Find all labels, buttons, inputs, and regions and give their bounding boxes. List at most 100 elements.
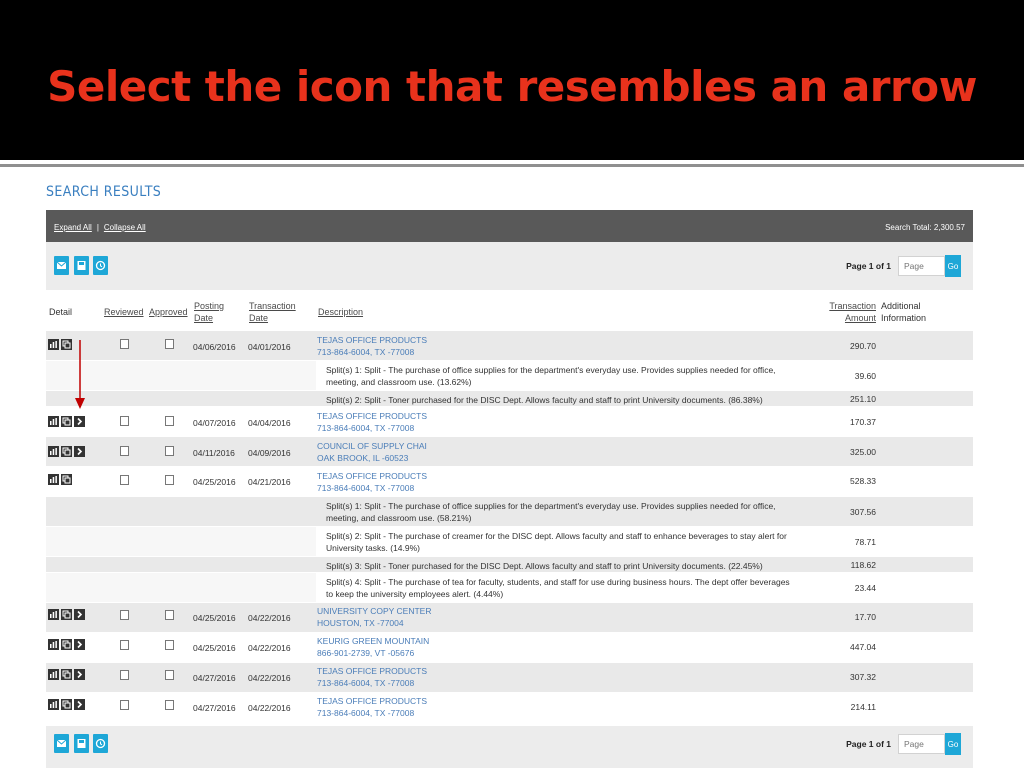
- chart-icon[interactable]: [48, 609, 59, 620]
- approved-checkbox[interactable]: [165, 640, 174, 650]
- copy-icon[interactable]: [61, 669, 72, 680]
- arrow-right-icon[interactable]: [74, 609, 85, 620]
- merchant-name[interactable]: TEJAS OFFICE PRODUCTS: [317, 410, 427, 422]
- copy-icon[interactable]: [61, 609, 72, 620]
- page-input[interactable]: [898, 734, 945, 754]
- history-button[interactable]: [93, 734, 108, 753]
- merchant-name[interactable]: TEJAS OFFICE PRODUCTS: [317, 334, 427, 346]
- merchant-name[interactable]: TEJAS OFFICE PRODUCTS: [317, 665, 427, 677]
- col-amount-line1: Transaction: [829, 301, 876, 311]
- posting-date: 04/11/2016: [193, 448, 235, 458]
- reviewed-checkbox[interactable]: [120, 446, 129, 456]
- chart-icon[interactable]: [48, 669, 59, 680]
- col-transaction-date[interactable]: Transaction Date: [249, 300, 296, 324]
- col-reviewed[interactable]: Reviewed: [104, 306, 144, 318]
- copy-icon[interactable]: [61, 446, 72, 457]
- save-button[interactable]: [74, 256, 89, 275]
- go-button[interactable]: Go: [945, 733, 961, 755]
- expand-collapse-links: Expand All | Collapse All: [54, 223, 146, 232]
- split-amount: 118.62: [850, 560, 876, 570]
- merchant-name[interactable]: COUNCIL OF SUPPLY CHAI: [317, 440, 427, 452]
- reviewed-checkbox[interactable]: [120, 416, 129, 426]
- col-transaction-line2: Date: [249, 313, 269, 323]
- split-row: Split(s) 4: Split - The purchase of tea …: [46, 572, 973, 602]
- transaction-date: 04/09/2016: [248, 448, 291, 458]
- arrow-right-icon[interactable]: [74, 416, 85, 427]
- merchant-location: 713-864-6004, TX -77008: [317, 483, 415, 493]
- merchant-name[interactable]: KEURIG GREEN MOUNTAIN: [317, 635, 429, 647]
- detail-icons: [48, 416, 85, 427]
- save-button[interactable]: [74, 734, 89, 753]
- arrow-right-icon[interactable]: [74, 446, 85, 457]
- go-button[interactable]: Go: [945, 255, 961, 277]
- copy-icon[interactable]: [61, 639, 72, 650]
- reviewed-checkbox[interactable]: [120, 640, 129, 650]
- reviewed-checkbox[interactable]: [120, 670, 129, 680]
- posting-date: 04/25/2016: [193, 477, 236, 487]
- copy-icon[interactable]: [61, 339, 72, 350]
- detail-icons: [48, 609, 85, 620]
- posting-date: 04/27/2016: [193, 673, 236, 683]
- copy-icon[interactable]: [61, 699, 72, 710]
- copy-icon[interactable]: [61, 474, 72, 485]
- split-row: Split(s) 3: Split - Toner purchased for …: [46, 556, 973, 572]
- save-icon: [77, 739, 86, 748]
- arrow-right-icon[interactable]: [74, 639, 85, 650]
- email-button[interactable]: [54, 256, 69, 275]
- posting-date: 04/25/2016: [193, 613, 236, 623]
- col-posting-line1: Posting: [194, 301, 225, 311]
- merchant-name[interactable]: TEJAS OFFICE PRODUCTS: [317, 470, 427, 482]
- divider: [0, 164, 1024, 167]
- col-posting-date[interactable]: Posting Date: [194, 300, 224, 324]
- detail-icons: [48, 446, 85, 457]
- transaction-amount: 290.70: [850, 341, 876, 351]
- page-input[interactable]: [898, 256, 945, 276]
- email-button[interactable]: [54, 734, 69, 753]
- split-text-line1: Split(s) 2: Split - Toner purchased for …: [326, 395, 763, 405]
- chart-icon[interactable]: [48, 416, 59, 427]
- reviewed-checkbox[interactable]: [120, 700, 129, 710]
- chart-icon[interactable]: [48, 639, 59, 650]
- reviewed-checkbox[interactable]: [120, 475, 129, 485]
- transaction-date: 04/22/2016: [248, 703, 291, 713]
- approved-checkbox[interactable]: [165, 446, 174, 456]
- approved-checkbox[interactable]: [165, 416, 174, 426]
- approved-checkbox[interactable]: [165, 700, 174, 710]
- arrow-right-icon[interactable]: [74, 669, 85, 680]
- split-amount: 23.44: [854, 583, 876, 593]
- merchant-name[interactable]: TEJAS OFFICE PRODUCTS: [317, 695, 427, 707]
- collapse-all-link[interactable]: Collapse All: [104, 223, 146, 232]
- slide-title: Select the icon that resembles an arrow: [47, 62, 977, 111]
- copy-icon[interactable]: [61, 416, 72, 427]
- arrow-right-icon[interactable]: [74, 699, 85, 710]
- history-button[interactable]: [93, 256, 108, 275]
- approved-checkbox[interactable]: [165, 610, 174, 620]
- top-toolbar: Page 1 of 1 Go: [46, 242, 973, 290]
- posting-date: 04/06/2016: [193, 342, 236, 352]
- reviewed-checkbox[interactable]: [120, 610, 129, 620]
- split-text-line1: Split(s) 1: Split - The purchase of offi…: [326, 365, 776, 375]
- chart-icon[interactable]: [48, 699, 59, 710]
- split-amount: 251.10: [850, 394, 876, 404]
- transaction-amount: 325.00: [850, 447, 876, 457]
- approved-checkbox[interactable]: [165, 339, 174, 349]
- col-approved[interactable]: Approved: [149, 306, 188, 318]
- col-transaction-amount[interactable]: Transaction Amount: [816, 300, 876, 324]
- split-text-line2: University tasks. (14.9%): [326, 543, 420, 553]
- posting-date: 04/25/2016: [193, 643, 236, 653]
- expand-all-link[interactable]: Expand All: [54, 223, 92, 232]
- reviewed-checkbox[interactable]: [120, 339, 129, 349]
- approved-checkbox[interactable]: [165, 475, 174, 485]
- chart-icon[interactable]: [48, 339, 59, 350]
- approved-checkbox[interactable]: [165, 670, 174, 680]
- detail-icons: [48, 474, 72, 485]
- merchant-name[interactable]: UNIVERSITY COPY CENTER: [317, 605, 431, 617]
- detail-icons: [48, 669, 85, 680]
- table-row: 04/11/2016 04/09/2016 COUNCIL OF SUPPLY …: [46, 436, 973, 466]
- chart-icon[interactable]: [48, 446, 59, 457]
- table-row: 04/27/2016 04/22/2016 TEJAS OFFICE PRODU…: [46, 692, 973, 722]
- col-transaction-line1: Transaction: [249, 301, 296, 311]
- col-description[interactable]: Description: [318, 306, 363, 318]
- chart-icon[interactable]: [48, 474, 59, 485]
- split-amount: 78.71: [854, 537, 876, 547]
